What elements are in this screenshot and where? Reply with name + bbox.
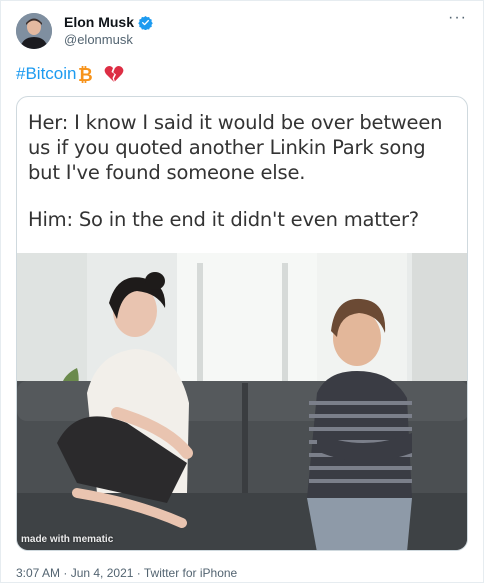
broken-heart-icon bbox=[104, 65, 124, 83]
avatar[interactable] bbox=[16, 13, 52, 49]
tweet-timestamp[interactable]: 3:07 AM · Jun 4, 2021 · Twitter for iPho… bbox=[16, 566, 237, 580]
meme-photo bbox=[17, 253, 467, 550]
meme-her-line: Her: I know I said it would be over betw… bbox=[28, 111, 443, 184]
mematic-watermark: made with mematic bbox=[21, 534, 114, 545]
verified-badge-icon bbox=[138, 15, 153, 30]
more-options-icon[interactable]: ··· bbox=[448, 10, 467, 26]
svg-text:₿: ₿ bbox=[78, 65, 93, 84]
tweet-text: #Bitcoin ₿ bbox=[16, 64, 124, 86]
tweet-card: Elon Musk @elonmusk ··· #Bitcoin ₿ Her: … bbox=[0, 0, 484, 583]
author-name-row[interactable]: Elon Musk bbox=[64, 14, 153, 30]
meme-him-line: Him: So in the end it didn't even matter… bbox=[28, 208, 419, 231]
author-display-name[interactable]: Elon Musk bbox=[64, 14, 134, 30]
bitcoin-icon: ₿ bbox=[78, 65, 95, 86]
media-card[interactable]: Her: I know I said it would be over betw… bbox=[16, 96, 468, 551]
hashtag-link[interactable]: #Bitcoin bbox=[16, 64, 76, 84]
meme-caption: Her: I know I said it would be over betw… bbox=[28, 110, 458, 232]
avatar-image bbox=[16, 13, 52, 49]
author-handle[interactable]: @elonmusk bbox=[64, 32, 133, 47]
